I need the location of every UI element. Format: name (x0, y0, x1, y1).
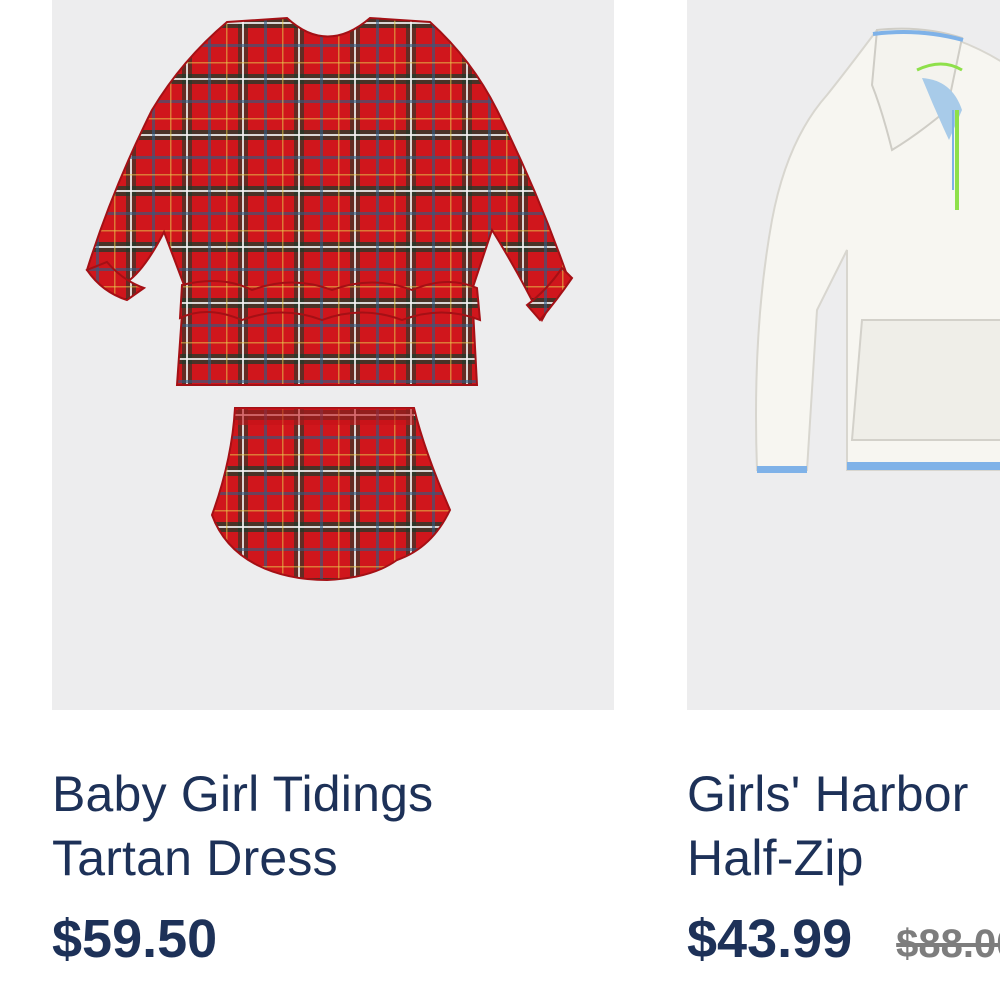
product-title[interactable]: Girls' Harbor Half-Zip (687, 762, 1000, 890)
price-row: $59.50 (52, 908, 614, 970)
product-image[interactable] (687, 0, 1000, 710)
price-row: $43.99 $88.00 (687, 908, 1000, 970)
product-price: $59.50 (52, 909, 218, 969)
product-title[interactable]: Baby Girl Tidings Tartan Dress (52, 762, 614, 890)
product-card[interactable]: Girls' Harbor Half-Zip $43.99 $88.00 (687, 0, 1000, 970)
original-price: $88.00 (896, 922, 1000, 966)
product-card[interactable]: Baby Girl Tidings Tartan Dress $59.50 (52, 0, 614, 970)
plaid-dress-image (85, 16, 574, 582)
product-image[interactable] (52, 0, 614, 710)
product-grid: Baby Girl Tidings Tartan Dress $59.50 Gi… (0, 0, 1000, 1000)
fleece-half-zip-image (755, 27, 1000, 473)
sale-price: $43.99 (687, 909, 853, 969)
